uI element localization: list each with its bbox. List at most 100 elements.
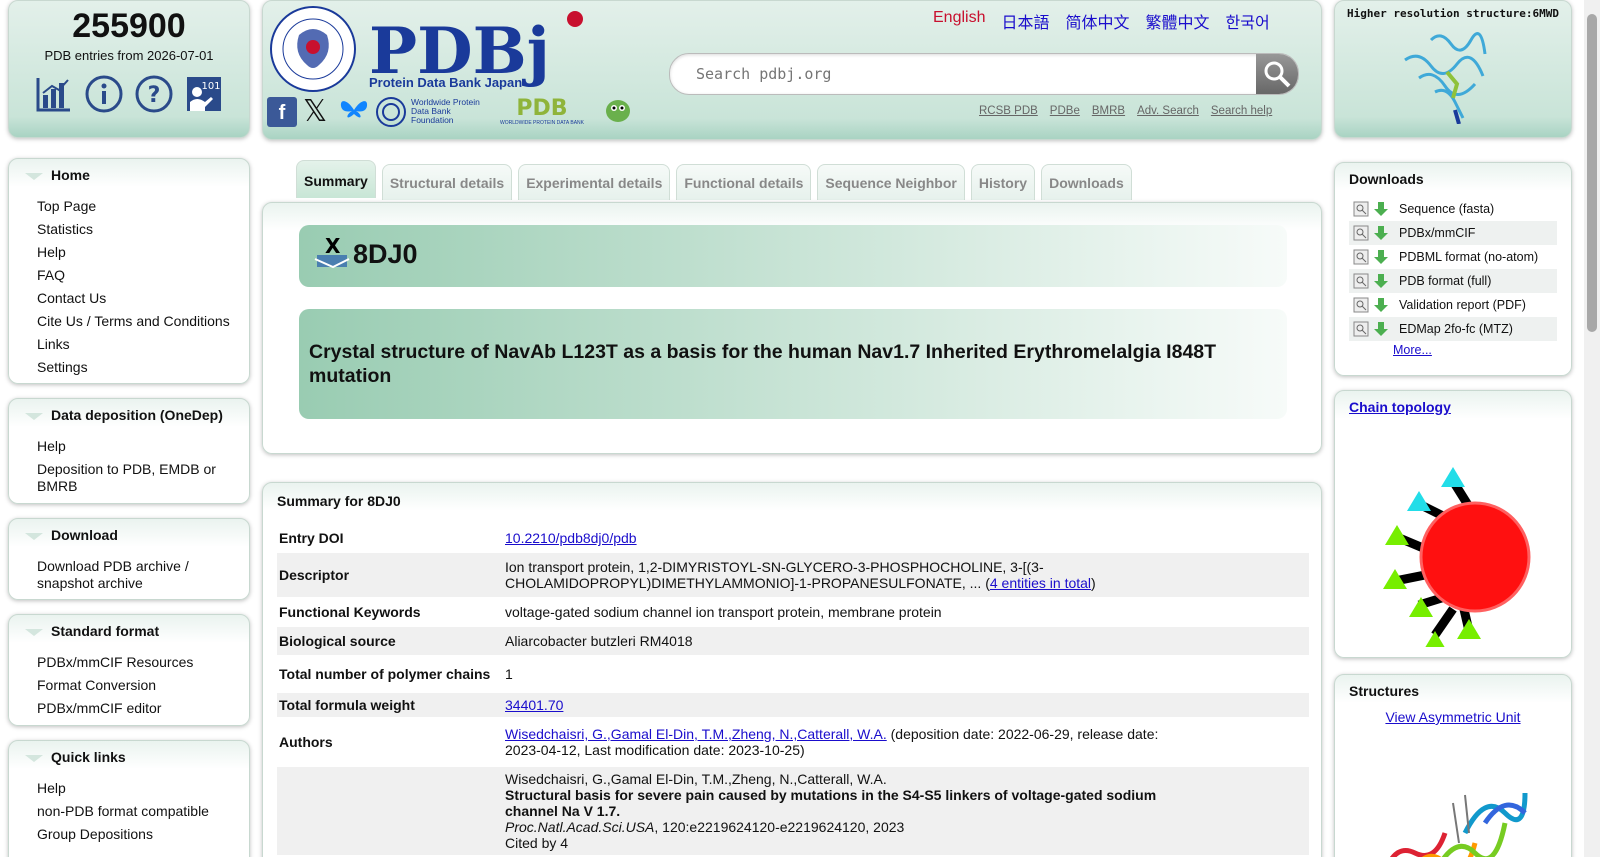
facebook-icon[interactable]: f <box>267 96 297 127</box>
pdbj-logo[interactable]: PDBj Protein Data Bank Japan <box>269 5 589 96</box>
header-link-rcsb-pdb[interactable]: RCSB PDB <box>979 105 1038 117</box>
higher-resolution-panel[interactable]: Higher resolution structure:6MWD <box>1334 0 1572 138</box>
structure-thumbnail[interactable] <box>1335 20 1573 125</box>
preview-icon[interactable] <box>1353 249 1369 265</box>
sidebar-standard-format-item[interactable]: PDBx/mmCIF Resources <box>37 651 249 674</box>
summary-heading: Summary for 8DJ0 <box>277 493 401 509</box>
preview-icon[interactable] <box>1353 321 1369 337</box>
sidebar-quick-links-title[interactable]: Quick links <box>9 741 249 773</box>
preview-icon[interactable] <box>1353 297 1369 313</box>
view-asymmetric-unit-link[interactable]: View Asymmetric Unit <box>1385 709 1520 725</box>
scrollbar-thumb[interactable] <box>1587 14 1597 332</box>
sidebar-standard-format-title[interactable]: Standard format <box>9 615 249 647</box>
download-arrow-icon[interactable] <box>1373 201 1389 217</box>
sidebar-home-item[interactable]: Links <box>37 333 249 356</box>
download-arrow-icon[interactable] <box>1373 321 1389 337</box>
sidebar-download-title[interactable]: Download <box>9 519 249 551</box>
sidebar-home-item[interactable]: Cite Us / Terms and Conditions <box>37 310 249 333</box>
wwpdb-foundation-logo[interactable]: Worldwide Protein Data Bank Foundation <box>375 96 481 128</box>
statistics-chart-icon[interactable] <box>35 75 73 113</box>
entry-count-date: PDB entries from 2026-07-01 <box>44 48 214 63</box>
tab-structural-details[interactable]: Structural details <box>381 164 513 200</box>
download-item[interactable]: PDBML format (no-atom) <box>1349 245 1557 269</box>
sidebar-home-item[interactable]: Contact Us <box>37 287 249 310</box>
entry-tabs: Summary Structural details Experimental de… <box>296 160 1132 200</box>
tab-functional-details[interactable]: Functional details <box>676 164 812 200</box>
download-item[interactable]: Validation report (PDF) <box>1349 293 1557 317</box>
x-twitter-icon[interactable]: 𝕏 <box>303 96 333 127</box>
chain-topology-link[interactable]: Chain topology <box>1349 399 1451 415</box>
table-row: Wisedchaisri, G.,Gamal El-Din, T.M.,Zhen… <box>277 767 1309 855</box>
entry-header-panel: X 8DJ0 Crystal structure of NavAb L123T … <box>262 202 1322 454</box>
download-item[interactable]: EDMap 2fo-fc (MTZ) <box>1349 317 1557 341</box>
sidebar-download-item[interactable]: Download PDB archive / snapshot archive <box>37 555 249 595</box>
sidebar-home-item[interactable]: Top Page <box>37 195 249 218</box>
sidebar-quick-link-item[interactable]: Group Depositions <box>37 823 249 846</box>
language-option[interactable]: 简体中文 <box>1066 9 1130 33</box>
header-link-search-help[interactable]: Search help <box>1211 105 1272 117</box>
bluesky-butterfly-icon[interactable] <box>339 96 369 127</box>
tab-experimental-details[interactable]: Experimental details <box>518 164 671 200</box>
sidebar-standard-format-item[interactable]: PDBx/mmCIF editor <box>37 697 249 720</box>
sidebar-deposition-item[interactable]: Help <box>37 435 249 458</box>
download-arrow-icon[interactable] <box>1373 273 1389 289</box>
entry-doi-link[interactable]: 10.2210/pdb8dj0/pdb <box>505 530 637 546</box>
entities-link[interactable]: 4 entities in total <box>990 575 1091 591</box>
download-arrow-icon[interactable] <box>1373 297 1389 313</box>
svg-text:101: 101 <box>201 81 220 92</box>
language-option[interactable]: 한국어 <box>1226 9 1270 33</box>
page-scrollbar[interactable] <box>1584 0 1600 857</box>
tab-downloads[interactable]: Downloads <box>1041 164 1132 200</box>
info-icon[interactable] <box>85 75 123 113</box>
language-option[interactable]: 繁體中文 <box>1146 9 1210 33</box>
preview-icon[interactable] <box>1353 273 1369 289</box>
download-item[interactable]: Sequence (fasta) <box>1349 197 1557 221</box>
help-question-icon[interactable]: ? <box>135 75 173 113</box>
preview-icon[interactable] <box>1353 225 1369 241</box>
row-label: Functional Keywords <box>279 604 421 620</box>
svg-text:?: ? <box>148 83 161 108</box>
citation-cited-by: Cited by 4 <box>505 835 569 851</box>
pdb101-education-icon[interactable]: 101 <box>185 75 223 113</box>
sidebar-home-title[interactable]: Home <box>9 159 249 191</box>
search-bar <box>669 53 1299 95</box>
authors-link[interactable]: Wisedchaisri, G.,Gamal El-Din, T.M.,Zhen… <box>505 726 887 742</box>
entry-id-box: X 8DJ0 <box>299 225 1287 287</box>
social-links: f 𝕏 Worldwide Protein Data Bank Foundati… <box>267 95 633 128</box>
formula-weight-link[interactable]: 34401.70 <box>505 697 563 713</box>
download-arrow-icon[interactable] <box>1373 225 1389 241</box>
sidebar-quick-link-item[interactable]: Help <box>37 777 249 800</box>
sidebar-home-item[interactable]: Statistics <box>37 218 249 241</box>
tab-history[interactable]: History <box>970 164 1036 200</box>
search-input[interactable] <box>670 54 1256 94</box>
sidebar-home-item[interactable]: FAQ <box>37 264 249 287</box>
table-row: Descriptor Ion transport protein, 1,2-DIM… <box>277 553 1309 597</box>
downloads-more-link[interactable]: More... <box>1335 343 1571 357</box>
downloads-panel: Downloads Sequence (fasta) PDBx/mmCIF PDBM… <box>1334 162 1572 376</box>
header-link-pdbe[interactable]: PDBe <box>1050 105 1080 117</box>
tab-sequence-neighbor[interactable]: Sequence Neighbor <box>817 164 965 200</box>
search-button[interactable] <box>1256 54 1298 94</box>
header-link-bmrb[interactable]: BMRB <box>1092 105 1125 117</box>
sidebar-deposition-item[interactable]: Deposition to PDB, EMDB or BMRB <box>37 458 249 498</box>
sidebar-deposition-title[interactable]: Data deposition (OneDep) <box>9 399 249 431</box>
download-item[interactable]: PDBx/mmCIF <box>1349 221 1557 245</box>
download-arrow-icon[interactable] <box>1373 249 1389 265</box>
sidebar-quick-link-item[interactable]: non-PDB format compatible <box>37 800 249 823</box>
downloads-list: Sequence (fasta) PDBx/mmCIF PDBML format (… <box>1335 197 1571 341</box>
download-item[interactable]: PDB format (full) <box>1349 269 1557 293</box>
sidebar-quick-link-item-list: Help non-PDB format compatible Group Depos… <box>9 773 249 854</box>
wwpdb-logo[interactable]: PDB WORLDWIDE PROTEIN DATA BANK <box>487 97 597 126</box>
mascot-icon[interactable] <box>603 95 633 128</box>
chain-topology-diagram[interactable] <box>1335 425 1573 651</box>
header-link-adv-search[interactable]: Adv. Search <box>1137 105 1199 117</box>
sidebar-home-item[interactable]: Settings <box>37 356 249 379</box>
sidebar-home-item[interactable]: Help <box>37 241 249 264</box>
asymmetric-unit-image[interactable] <box>1335 733 1573 857</box>
sidebar-standard-format-item[interactable]: Format Conversion <box>37 674 249 697</box>
language-option[interactable]: English <box>933 9 985 33</box>
table-row: Total number of polymer chains 1 <box>277 655 1309 693</box>
language-option[interactable]: 日本語 <box>1001 9 1049 33</box>
preview-icon[interactable] <box>1353 201 1369 217</box>
tab-summary[interactable]: Summary <box>296 160 376 198</box>
